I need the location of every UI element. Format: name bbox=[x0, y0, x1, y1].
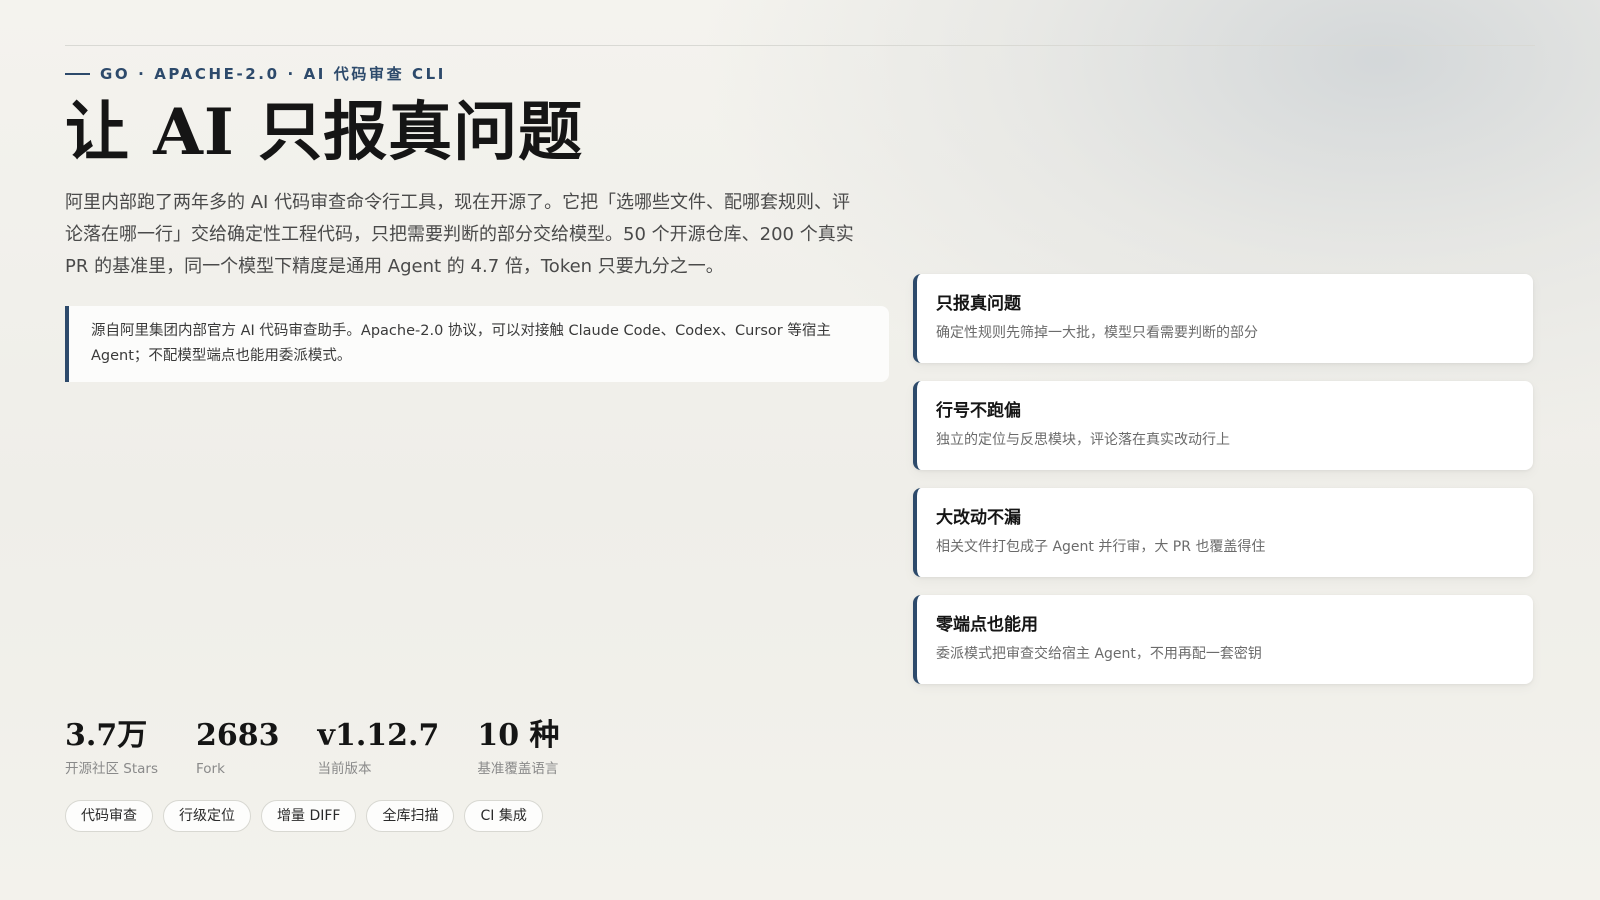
tag-list: 代码审查 行级定位 增量 DIFF 全库扫描 CI 集成 bbox=[65, 800, 543, 832]
feature-card: 大改动不漏 相关文件打包成子 Agent 并行审，大 PR 也覆盖得住 bbox=[913, 488, 1533, 577]
stat-value: 10 种 bbox=[477, 718, 560, 753]
stat-value: v1.12.7 bbox=[317, 718, 440, 753]
stat-value: 2683 bbox=[196, 718, 280, 753]
tag-code-review[interactable]: 代码审查 bbox=[65, 800, 153, 832]
stat-label: Fork bbox=[196, 761, 225, 777]
feature-title: 零端点也能用 bbox=[936, 615, 1038, 635]
feature-description: 独立的定位与反思模块，评论落在真实改动行上 bbox=[936, 432, 1230, 448]
stat-stars: 3.7万 开源社区 Stars bbox=[65, 716, 158, 778]
tag-ci-integration[interactable]: CI 集成 bbox=[464, 800, 543, 832]
feature-card: 只报真问题 确定性规则先筛掉一大批，模型只看需要判断的部分 bbox=[913, 274, 1533, 363]
feature-title: 大改动不漏 bbox=[936, 508, 1021, 528]
stat-value: 3.7万 bbox=[65, 718, 148, 753]
lead-paragraph: 阿里内部跑了两年多的 AI 代码审查命令行工具，现在开源了。它把「选哪些文件、配… bbox=[65, 192, 854, 277]
tag-incremental-diff[interactable]: 增量 DIFF bbox=[261, 800, 357, 832]
eyebrow-dash bbox=[65, 72, 90, 75]
stat-forks: 2683 Fork bbox=[196, 716, 280, 778]
feature-card: 行号不跑偏 独立的定位与反思模块，评论落在真实改动行上 bbox=[913, 381, 1533, 470]
tag-line-locate[interactable]: 行级定位 bbox=[163, 800, 251, 832]
feature-card: 零端点也能用 委派模式把审查交给宿主 Agent，不用再配一套密钥 bbox=[913, 595, 1533, 684]
feature-description: 确定性规则先筛掉一大批，模型只看需要判断的部分 bbox=[936, 325, 1258, 341]
source-note: 源自阿里集团内部官方 AI 代码审查助手。Apache-2.0 协议，可以对接触… bbox=[65, 306, 889, 382]
feature-title: 只报真问题 bbox=[936, 294, 1021, 314]
eyebrow-text: GO · APACHE-2.0 · AI 代码审查 CLI bbox=[100, 65, 446, 83]
feature-title: 行号不跑偏 bbox=[936, 401, 1021, 421]
feature-description: 委派模式把审查交给宿主 Agent，不用再配一套密钥 bbox=[936, 646, 1262, 662]
page-title: 让 AI 只报真问题 bbox=[65, 95, 584, 170]
stat-label: 基准覆盖语言 bbox=[477, 761, 559, 777]
stat-label: 当前版本 bbox=[317, 761, 372, 777]
tag-full-scan[interactable]: 全库扫描 bbox=[366, 800, 455, 832]
stat-version: v1.12.7 当前版本 bbox=[318, 716, 440, 778]
top-divider bbox=[65, 45, 1535, 46]
stat-label: 开源社区 Stars bbox=[65, 761, 159, 777]
stats-row: 3.7万 开源社区 Stars 2683 Fork v1.12.7 当前版本 1… bbox=[65, 716, 560, 778]
feature-description: 相关文件打包成子 Agent 并行审，大 PR 也覆盖得住 bbox=[936, 539, 1266, 555]
stat-languages: 10 种 基准覆盖语言 bbox=[477, 716, 559, 778]
feature-list: 只报真问题 确定性规则先筛掉一大批，模型只看需要判断的部分 行号不跑偏 独立的定… bbox=[913, 274, 1533, 684]
eyebrow: GO · APACHE-2.0 · AI 代码审查 CLI bbox=[65, 63, 446, 84]
